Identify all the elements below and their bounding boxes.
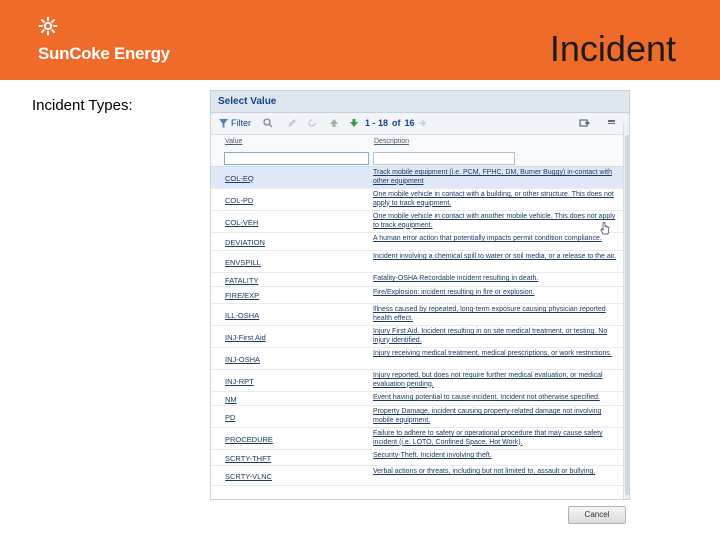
scrollbar-thumb[interactable]: [625, 135, 629, 495]
dialog-title: Select Value: [211, 91, 629, 113]
pager: 1 - 18 of 16: [365, 118, 415, 128]
move-down-icon[interactable]: [349, 118, 359, 128]
logo-text: SunCoke Energy: [38, 44, 170, 63]
table-row[interactable]: PROCEDURE Failure to adhere to safety or …: [211, 428, 623, 450]
row-description: Security-Theft. Incident involving theft…: [373, 452, 492, 459]
header-banner: SunCoke Energy Incident: [0, 0, 720, 80]
cancel-button[interactable]: Cancel: [568, 506, 626, 524]
description-filter-input[interactable]: [373, 152, 515, 165]
row-value[interactable]: FIRE/EXP: [225, 291, 259, 300]
row-description: Fire/Explosion: incident resulting in fi…: [373, 289, 535, 296]
page-title: Incident: [549, 28, 676, 69]
table-row[interactable]: DEVIATION A human error action that poten…: [211, 233, 623, 251]
filter-button[interactable]: Filter: [219, 118, 251, 128]
row-description: Property Damage, incident causing proper…: [373, 408, 602, 424]
incident-type-list: COL-EQ Track mobile equipment (i.e. PCM, …: [211, 167, 623, 486]
filter-label: Filter: [231, 118, 251, 128]
menu-icon[interactable]: [607, 118, 616, 128]
table-row[interactable]: ILL-OSHA Illness caused by repeated, long…: [211, 304, 623, 326]
hand-cursor-icon: [600, 222, 610, 235]
suncoke-logo: SunCoke Energy: [38, 16, 178, 66]
table-row[interactable]: NM Event having potential to cause incide…: [211, 392, 623, 406]
table-row[interactable]: INJ-RPT Injury reported, but does not req…: [211, 370, 623, 392]
export-icon[interactable]: [579, 118, 590, 128]
row-description: Incident involving a chemical spill to w…: [373, 253, 617, 260]
pager-range: 1 - 18: [365, 118, 389, 128]
row-value[interactable]: INJ-OSHA: [225, 355, 260, 364]
dialog-toolbar: Filter 1 - 18 of 16: [211, 113, 629, 135]
table-row[interactable]: COL-VEH One mobile vehicle in contact wit…: [211, 211, 623, 233]
value-filter-input[interactable]: [224, 152, 369, 165]
column-header-value[interactable]: Value: [225, 138, 242, 145]
row-description: Injury receiving medical treatment, medi…: [373, 350, 612, 357]
table-row[interactable]: COL-EQ Track mobile equipment (i.e. PCM, …: [211, 167, 623, 189]
next-page-icon[interactable]: [417, 118, 427, 128]
row-description: Failure to adhere to safety or operation…: [373, 430, 603, 446]
row-value[interactable]: COL-VEH: [225, 218, 258, 227]
row-description: One mobile vehicle in contact with a bui…: [373, 191, 614, 207]
edit-icon[interactable]: [287, 118, 297, 128]
search-icon[interactable]: [263, 118, 273, 128]
refresh-icon[interactable]: [307, 118, 317, 128]
table-row[interactable]: FATALITY Fatality-OSHA Recordable inciden…: [211, 273, 623, 287]
row-value[interactable]: PD: [225, 413, 235, 422]
row-value[interactable]: COL-EQ: [225, 174, 254, 183]
column-filters: [211, 149, 629, 167]
pager-total: 16: [404, 118, 415, 128]
row-description: Track mobile equipment (i.e. PCM, FPHC, …: [373, 169, 612, 185]
row-description: Verbal actions or threats, including but…: [373, 468, 596, 475]
row-description: One mobile vehicle in contact with anoth…: [373, 213, 616, 229]
row-description: Injury reported, but does not require fu…: [373, 372, 603, 388]
table-row[interactable]: COL-PD One mobile vehicle in contact with…: [211, 189, 623, 211]
table-row[interactable]: SCRTY-VLNC Verbal actions or threats, inc…: [211, 466, 623, 486]
row-value[interactable]: INJ-First Aid: [225, 333, 266, 342]
row-value[interactable]: INJ-RPT: [225, 377, 254, 386]
row-description: Event having potential to cause incident…: [373, 394, 600, 401]
row-description: Fatality-OSHA Recordable incident result…: [373, 275, 539, 282]
scrollbar[interactable]: [623, 123, 629, 499]
row-value[interactable]: COL-PD: [225, 196, 253, 205]
table-row[interactable]: SCRTY-THFT Security-Theft. Incident invol…: [211, 450, 623, 466]
column-header-description[interactable]: Description: [374, 138, 409, 145]
row-value[interactable]: ILL-OSHA: [225, 311, 259, 320]
row-value[interactable]: DEVIATION: [225, 238, 265, 247]
table-row[interactable]: PD Property Damage, incident causing prop…: [211, 406, 623, 428]
column-headers: Value Description: [211, 135, 629, 149]
row-description: A human error action that potentially im…: [373, 235, 602, 242]
select-value-dialog: Select Value Filter 1 - 18 of 16 Value D…: [210, 90, 630, 500]
section-label: Incident Types:: [32, 97, 133, 114]
table-row[interactable]: ENVSPILL Incident involving a chemical sp…: [211, 251, 623, 273]
sun-logo-icon: [38, 16, 58, 36]
row-description: Injury First Aid. Incident resulting in …: [373, 328, 608, 344]
table-row[interactable]: INJ-OSHA Injury receiving medical treatme…: [211, 348, 623, 370]
row-value[interactable]: ENVSPILL: [225, 258, 261, 267]
table-row[interactable]: FIRE/EXP Fire/Explosion: incident resulti…: [211, 287, 623, 304]
pager-of: of: [392, 118, 401, 128]
row-value[interactable]: PROCEDURE: [225, 435, 273, 444]
row-value[interactable]: SCRTY-THFT: [225, 454, 271, 463]
row-value[interactable]: SCRTY-VLNC: [225, 472, 272, 481]
table-row[interactable]: INJ-First Aid Injury First Aid. Incident …: [211, 326, 623, 348]
move-up-icon[interactable]: [329, 118, 339, 128]
row-description: Illness caused by repeated, long-term ex…: [373, 306, 606, 322]
funnel-icon: [219, 118, 228, 128]
row-value[interactable]: FATALITY: [225, 276, 258, 285]
row-value[interactable]: NM: [225, 395, 237, 404]
